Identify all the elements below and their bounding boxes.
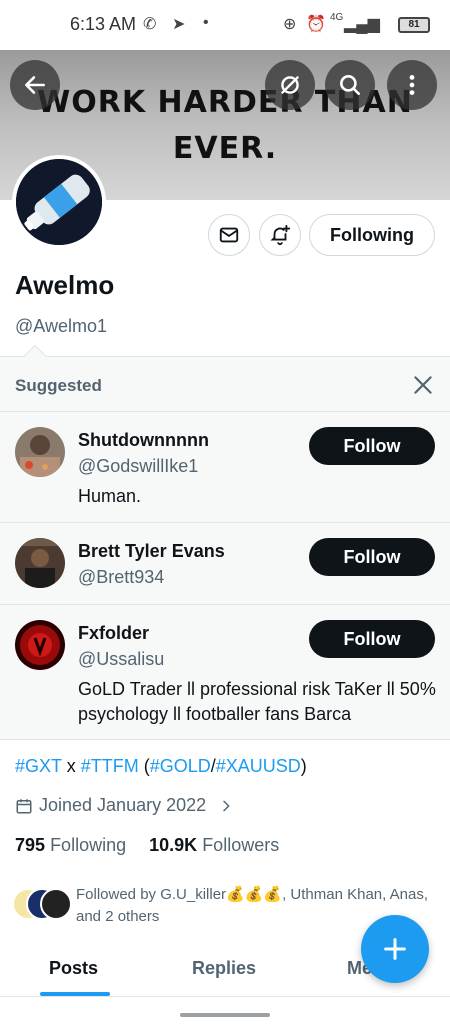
search-icon	[340, 75, 360, 95]
following-count: 795	[15, 835, 46, 855]
hashtag-link[interactable]: #XAUUSD	[216, 756, 301, 776]
home-indicator[interactable]	[180, 1013, 270, 1017]
following-label: Following	[50, 835, 127, 855]
suggested-handle: @Brett934	[78, 567, 165, 587]
suggested-bio: GoLD Trader ll professional risk TaKer l…	[78, 679, 436, 724]
user-handle: @Awelmo1	[15, 316, 107, 336]
follow-counts: 795 Following 10.9K Followers	[15, 835, 279, 856]
joined-date-row[interactable]: Joined January 2022	[15, 795, 234, 816]
divider	[0, 522, 450, 523]
follow-button[interactable]: Follow	[309, 538, 435, 576]
envelope-icon	[219, 227, 239, 243]
following-count-link[interactable]: 795 Following	[15, 835, 126, 855]
followers-count-link[interactable]: 10.9K Followers	[149, 835, 279, 855]
data-saver-icon: ⊕	[283, 16, 297, 33]
suggested-handle: @Ussalisu	[78, 649, 165, 669]
more-options-button[interactable]	[387, 60, 437, 110]
bell-plus-icon	[270, 224, 291, 246]
follow-button[interactable]: Follow	[309, 427, 435, 465]
chevron-right-icon	[223, 800, 230, 811]
status-time: 6:13 AM	[70, 14, 137, 34]
battery-icon: 81	[398, 17, 430, 33]
tab-posts[interactable]: Posts	[49, 958, 98, 979]
suggested-handle: @GodswillIke1	[78, 456, 199, 476]
avatar-image	[15, 620, 65, 670]
followers-count: 10.9K	[149, 835, 198, 855]
network-type: 4G	[330, 12, 344, 23]
bio-text: )	[300, 756, 307, 776]
follow-button[interactable]: Follow	[309, 620, 435, 658]
divider	[0, 604, 450, 605]
avatar-image	[16, 159, 102, 245]
back-button[interactable]	[10, 60, 60, 110]
close-icon	[414, 376, 432, 394]
tab-replies[interactable]: Replies	[192, 958, 256, 979]
avatar-image	[15, 538, 65, 588]
display-name: Awelmo	[15, 270, 115, 300]
calendar-icon	[16, 798, 32, 813]
message-button[interactable]	[208, 214, 250, 256]
suggested-name[interactable]: Shutdownnnnn	[78, 430, 209, 451]
close-suggested-button[interactable]	[410, 372, 436, 398]
suggested-bio: Human.	[78, 486, 142, 506]
alarm-icon: ⏰	[306, 16, 326, 33]
signal-icon: ▂▄▆	[344, 16, 380, 33]
whatsapp-icon: ✆	[143, 16, 157, 33]
divider	[0, 996, 450, 997]
more-vertical-icon	[409, 75, 415, 95]
followed-by-avatars[interactable]	[12, 888, 72, 922]
arrow-left-icon	[25, 76, 45, 94]
grok-icon	[281, 76, 299, 94]
dot-icon: •	[203, 14, 209, 31]
avatar-image	[15, 427, 65, 477]
suggested-avatar[interactable]	[15, 620, 65, 670]
suggested-title: Suggested	[15, 376, 102, 395]
bio-text: (	[138, 756, 150, 776]
telegram-icon: ➤	[172, 16, 186, 33]
profile-avatar[interactable]	[12, 155, 106, 249]
profile-bio: #GXT x #TTFM (#GOLD/#XAUUSD)	[15, 756, 307, 777]
plus-icon	[384, 938, 406, 960]
suggested-avatar[interactable]	[15, 427, 65, 477]
status-bar: 6:13 AM ✆ ➤ • ⊕ ⏰ 4G ▂▄▆ 81	[0, 0, 450, 50]
suggested-avatar[interactable]	[15, 538, 65, 588]
followers-label: Followers	[202, 835, 280, 855]
notifications-button[interactable]	[259, 214, 301, 256]
compose-button[interactable]	[361, 915, 429, 983]
joined-date: Joined January 2022	[39, 795, 207, 815]
suggested-name[interactable]: Fxfolder	[78, 623, 149, 644]
hashtag-link[interactable]: #TTFM	[81, 756, 139, 776]
grok-button[interactable]	[265, 60, 315, 110]
search-button[interactable]	[325, 60, 375, 110]
suggested-name[interactable]: Brett Tyler Evans	[78, 541, 225, 562]
avatar	[40, 888, 72, 920]
banner-line-1: WORK HARDER THAN	[37, 85, 413, 120]
bio-text: x	[61, 756, 81, 776]
hashtag-link[interactable]: #GOLD	[150, 756, 211, 776]
hashtag-link[interactable]: #GXT	[15, 756, 62, 776]
following-button[interactable]: Following	[309, 214, 435, 256]
divider	[0, 411, 450, 412]
